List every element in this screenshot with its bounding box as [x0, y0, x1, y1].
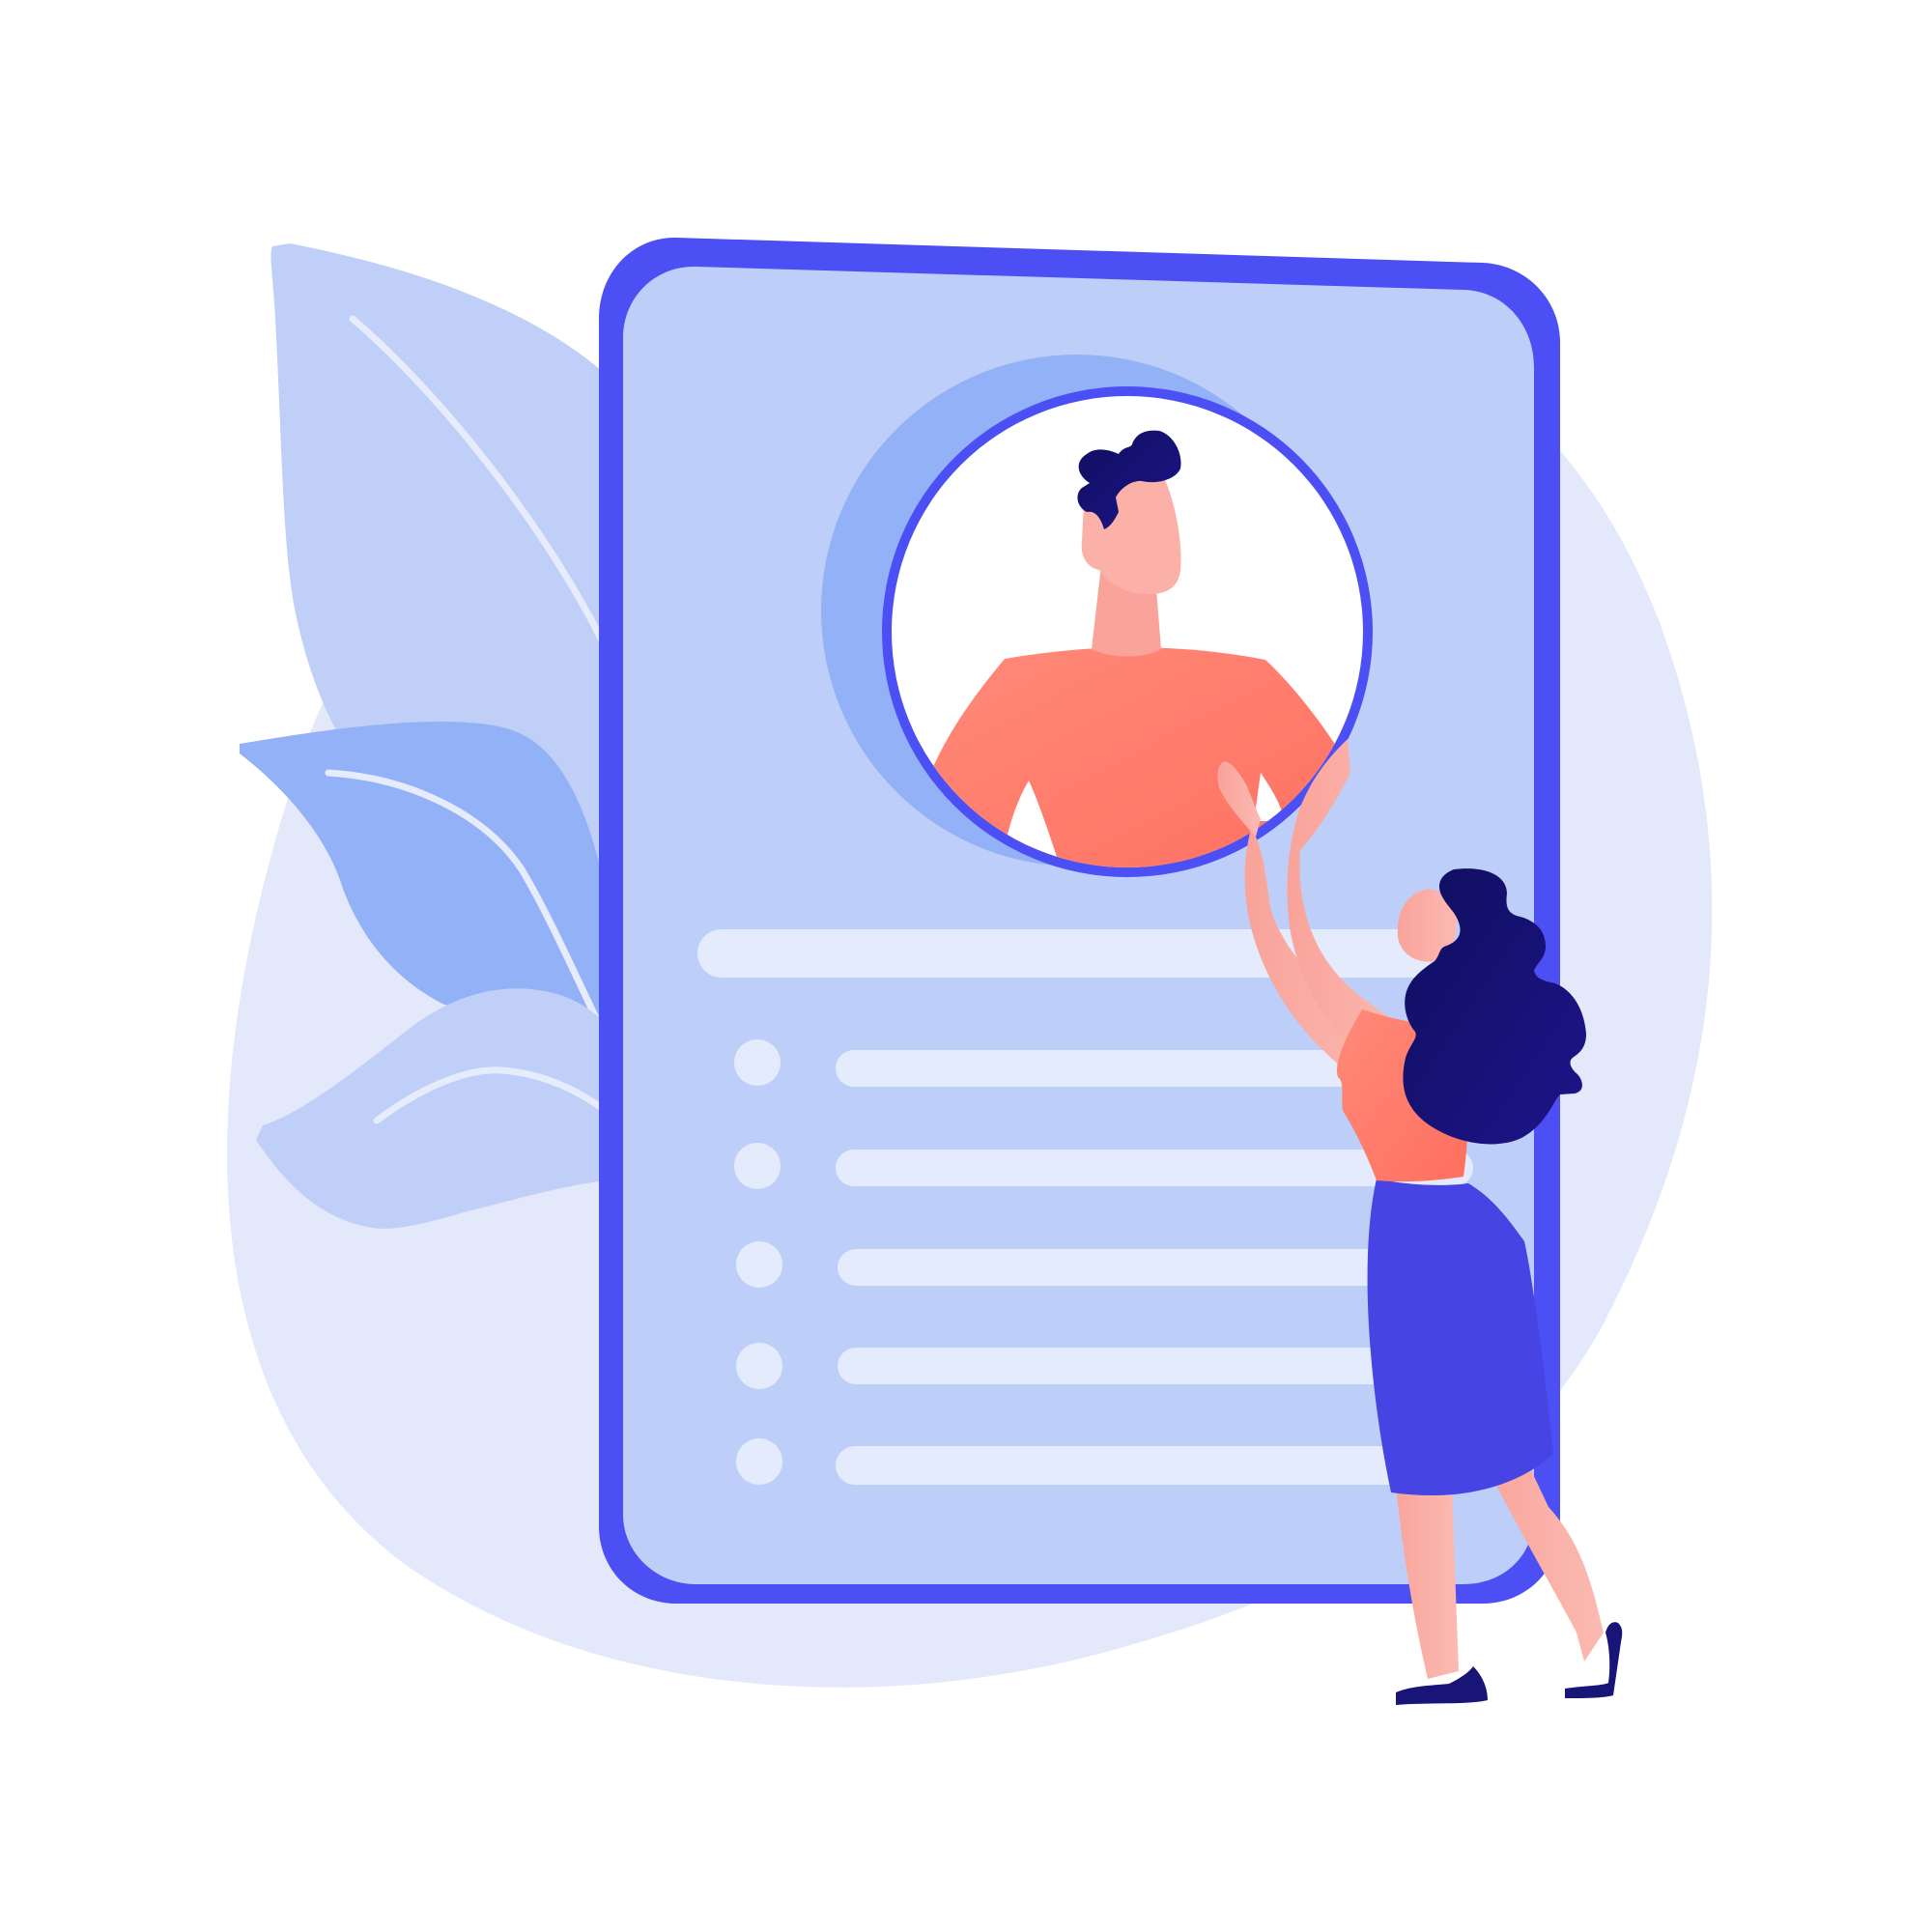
- profile-card-illustration: [227, 237, 1713, 1705]
- bullet-icon: [736, 1241, 782, 1288]
- bullet-icon: [736, 1343, 782, 1389]
- bullet-icon: [734, 1039, 781, 1086]
- bullet-icon: [734, 1143, 781, 1189]
- bullet-icon: [736, 1438, 782, 1485]
